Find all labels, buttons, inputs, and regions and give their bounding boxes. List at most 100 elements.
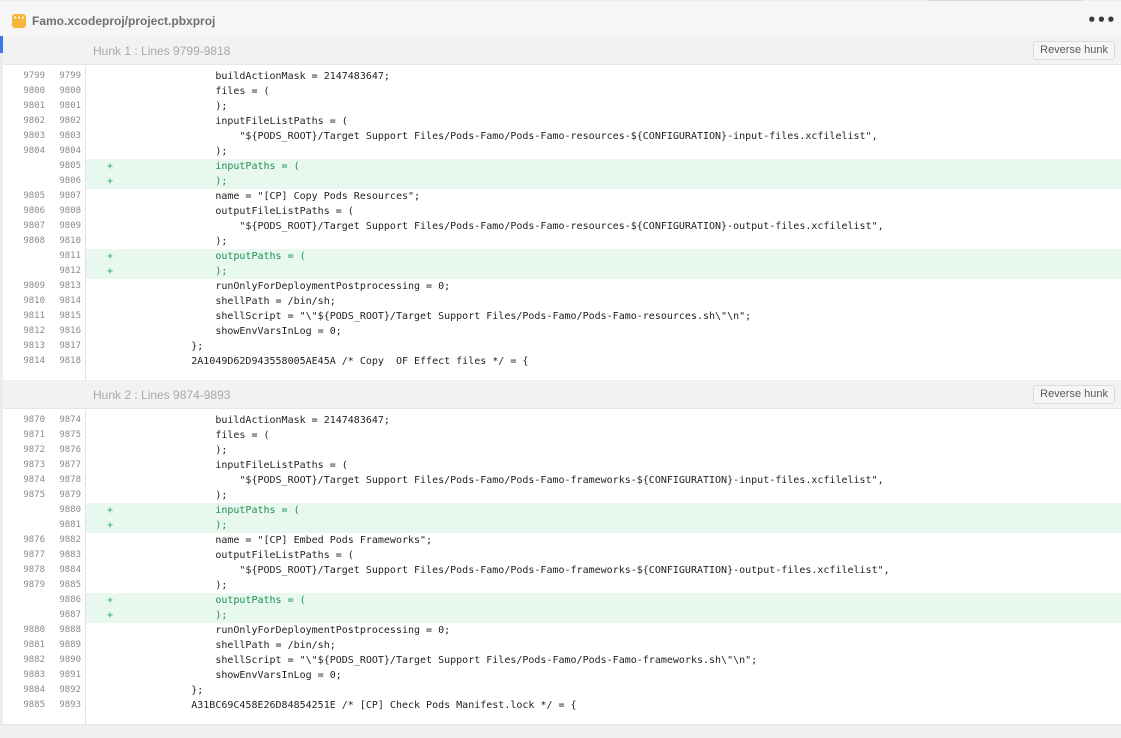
new-line-number: 9882 bbox=[59, 535, 81, 545]
new-line-number: 9816 bbox=[59, 326, 81, 336]
diff-line[interactable]: 9885 9893 A31BC69C458E26D84854251E /* [CP… bbox=[3, 698, 1121, 713]
new-line-number: 9808 bbox=[59, 206, 81, 216]
code-text: outputPaths = ( bbox=[119, 251, 306, 262]
added-marker: + bbox=[107, 505, 114, 516]
new-line-number: 9817 bbox=[59, 341, 81, 351]
new-line-number: 9874 bbox=[59, 415, 81, 425]
code-text: showEnvVarsInLog = 0; bbox=[119, 670, 342, 681]
diff-line-added[interactable]: 9886 + outputPaths = ( bbox=[3, 593, 1121, 608]
diff-line[interactable]: 9881 9889 shellPath = /bin/sh; bbox=[3, 638, 1121, 653]
diff-line[interactable]: 9811 9815 shellScript = "\"${PODS_ROOT}/T… bbox=[3, 309, 1121, 324]
code-text: shellScript = "\"${PODS_ROOT}/Target Sup… bbox=[119, 311, 752, 322]
old-line-number: 9802 bbox=[23, 116, 45, 126]
diff-line[interactable]: 9800 9800 files = ( bbox=[3, 84, 1121, 99]
code-text: name = "[CP] Copy Pods Resources"; bbox=[119, 191, 421, 202]
added-marker: + bbox=[107, 520, 114, 531]
code-text: name = "[CP] Embed Pods Frameworks"; bbox=[119, 535, 433, 546]
new-line-number: 9815 bbox=[59, 311, 81, 321]
code-text: buildActionMask = 2147483647; bbox=[119, 415, 390, 426]
diff-line[interactable]: 9879 9885 ); bbox=[3, 578, 1121, 593]
diff-line[interactable]: 9801 9801 ); bbox=[3, 99, 1121, 114]
diff-line[interactable]: 9877 9883 outputFileListPaths = ( bbox=[3, 548, 1121, 563]
diff-line[interactable]: 9799 9799 buildActionMask = 2147483647; bbox=[3, 69, 1121, 84]
new-line-number: 9881 bbox=[51, 518, 81, 533]
new-line-number: 9888 bbox=[59, 625, 81, 635]
diff-line[interactable]: 9883 9891 showEnvVarsInLog = 0; bbox=[3, 668, 1121, 683]
old-line-number: 9884 bbox=[23, 685, 45, 695]
diff-line[interactable]: 9871 9875 files = ( bbox=[3, 428, 1121, 443]
next-hunk-edge bbox=[0, 724, 1121, 738]
diff-line[interactable]: 9809 9813 runOnlyForDeploymentPostprocess… bbox=[3, 279, 1121, 294]
diff-line[interactable]: 9878 9884 "${PODS_ROOT}/Target Support Fi… bbox=[3, 563, 1121, 578]
old-line-number: 9799 bbox=[23, 71, 45, 81]
new-line-number: 9802 bbox=[59, 116, 81, 126]
new-line-number: 9806 bbox=[51, 174, 81, 189]
diff-line[interactable]: 9874 9878 "${PODS_ROOT}/Target Support Fi… bbox=[3, 473, 1121, 488]
old-line-number: 9879 bbox=[23, 580, 45, 590]
added-marker: + bbox=[107, 610, 114, 621]
new-line-number: 9814 bbox=[59, 296, 81, 306]
diff-line[interactable]: 9810 9814 shellPath = /bin/sh; bbox=[3, 294, 1121, 309]
diff-line[interactable]: 9804 9804 ); bbox=[3, 144, 1121, 159]
new-line-number: 9886 bbox=[51, 593, 81, 608]
old-line-number: 9874 bbox=[23, 475, 45, 485]
code-text: ); bbox=[119, 266, 228, 277]
code-text: ); bbox=[119, 610, 228, 621]
added-marker: + bbox=[107, 161, 114, 172]
diff-line-added[interactable]: 9812 + ); bbox=[3, 264, 1121, 279]
diff-line-added[interactable]: 9880 + inputPaths = ( bbox=[3, 503, 1121, 518]
old-line-number: 9871 bbox=[23, 430, 45, 440]
diff-line[interactable]: 9807 9809 "${PODS_ROOT}/Target Support Fi… bbox=[3, 219, 1121, 234]
code-text: ); bbox=[119, 176, 228, 187]
old-line-number: 9806 bbox=[23, 206, 45, 216]
diff-line-added[interactable]: 9811 + outputPaths = ( bbox=[3, 249, 1121, 264]
old-line-number: 9883 bbox=[23, 670, 45, 680]
diff-line[interactable]: 9808 9810 ); bbox=[3, 234, 1121, 249]
diff-line-added[interactable]: 9805 + inputPaths = ( bbox=[3, 159, 1121, 174]
diff-line[interactable]: 9873 9877 inputFileListPaths = ( bbox=[3, 458, 1121, 473]
new-line-number: 9877 bbox=[59, 460, 81, 470]
old-line-number: 9811 bbox=[23, 311, 45, 321]
code-text: 2A1049D62D943558005AE45A /* Copy OF Effe… bbox=[119, 356, 529, 367]
diff-line[interactable]: 9803 9803 "${PODS_ROOT}/Target Support Fi… bbox=[3, 129, 1121, 144]
diff-line[interactable]: 9880 9888 runOnlyForDeploymentPostprocess… bbox=[3, 623, 1121, 638]
diff-line-added[interactable]: 9887 + ); bbox=[3, 608, 1121, 623]
code-text: "${PODS_ROOT}/Target Support Files/Pods-… bbox=[119, 131, 878, 142]
old-line-number: 9800 bbox=[23, 86, 45, 96]
old-line-number: 9803 bbox=[23, 131, 45, 141]
code-text: ); bbox=[119, 580, 228, 591]
old-line-number: 9812 bbox=[23, 326, 45, 336]
new-line-number: 9818 bbox=[59, 356, 81, 366]
diff-line[interactable]: 9802 9802 inputFileListPaths = ( bbox=[3, 114, 1121, 129]
code-text: ); bbox=[119, 236, 228, 247]
xcode-project-file-icon: ··· bbox=[12, 14, 26, 28]
code-text: ); bbox=[119, 146, 228, 157]
old-line-number: 9876 bbox=[23, 535, 45, 545]
file-header: ··· Famo.xcodeproj/project.pbxproj ••• bbox=[0, 1, 1121, 38]
new-line-number: 9876 bbox=[59, 445, 81, 455]
code-text: ); bbox=[119, 445, 228, 456]
hunk-title: Hunk 1 : Lines 9799-9818 bbox=[93, 44, 231, 58]
diff-line[interactable]: 9812 9816 showEnvVarsInLog = 0; bbox=[3, 324, 1121, 339]
new-line-number: 9878 bbox=[59, 475, 81, 485]
new-line-number: 9891 bbox=[59, 670, 81, 680]
diff-line[interactable]: 9872 9876 ); bbox=[3, 443, 1121, 458]
diff-line[interactable]: 9814 9818 2A1049D62D943558005AE45A /* Cop… bbox=[3, 354, 1121, 369]
reverse-hunk-button[interactable]: Reverse hunk bbox=[1033, 41, 1115, 60]
diff-line-added[interactable]: 9881 + ); bbox=[3, 518, 1121, 533]
diff-line[interactable]: 9813 9817 }; bbox=[3, 339, 1121, 354]
diff-line[interactable]: 9884 9892 }; bbox=[3, 683, 1121, 698]
new-line-number: 9883 bbox=[59, 550, 81, 560]
old-line-number: 9885 bbox=[23, 700, 45, 710]
diff-line[interactable]: 9876 9882 name = "[CP] Embed Pods Framewo… bbox=[3, 533, 1121, 548]
diff-line[interactable]: 9875 9879 ); bbox=[3, 488, 1121, 503]
diff-line[interactable]: 9806 9808 outputFileListPaths = ( bbox=[3, 204, 1121, 219]
diff-line-added[interactable]: 9806 + ); bbox=[3, 174, 1121, 189]
diff-line[interactable]: 9870 9874 buildActionMask = 2147483647; bbox=[3, 413, 1121, 428]
old-line-number: 9813 bbox=[23, 341, 45, 351]
reverse-hunk-button[interactable]: Reverse hunk bbox=[1033, 385, 1115, 404]
diff-line[interactable]: 9805 9807 name = "[CP] Copy Pods Resource… bbox=[3, 189, 1121, 204]
diff-line[interactable]: 9882 9890 shellScript = "\"${PODS_ROOT}/T… bbox=[3, 653, 1121, 668]
more-options-button[interactable]: ••• bbox=[1087, 11, 1116, 29]
new-line-number: 9805 bbox=[51, 159, 81, 174]
